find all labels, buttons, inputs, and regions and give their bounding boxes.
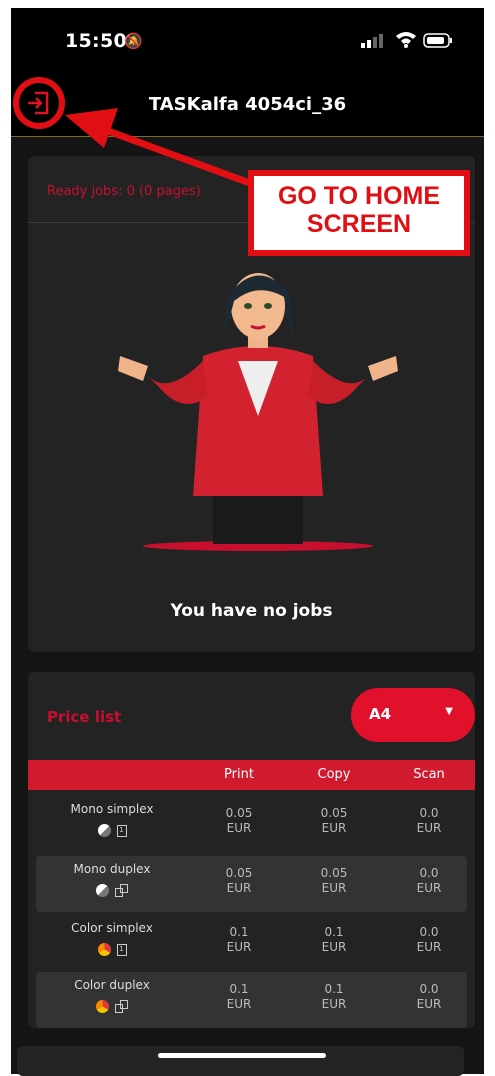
chevron-down-icon: ▼: [445, 706, 453, 717]
print-price: 0.1: [229, 982, 249, 996]
table-row: Color simplex 1 0.1 EUR 0.1 EUR 0.0 EUR: [36, 915, 467, 971]
table-row: Mono duplex 0.05 EUR 0.05 EUR 0.0 EUR: [36, 856, 467, 912]
paper-size-value: A4: [369, 705, 392, 723]
print-price: 0.05: [225, 806, 253, 820]
row-name: Color duplex: [74, 978, 150, 992]
table-row: Color duplex 0.1 EUR 0.1 EUR 0.0 EUR: [36, 972, 467, 1028]
color-icon: [95, 1000, 109, 1013]
column-header-print: Print: [224, 767, 254, 782]
scan-price: 0.0: [419, 925, 439, 939]
row-name: Color simplex: [71, 921, 153, 935]
callout-line-2: SCREEN: [306, 210, 412, 238]
next-card-peek: [17, 1046, 464, 1076]
paper-size-select[interactable]: A4 ▼: [351, 688, 475, 742]
price-list-title: Price list: [47, 708, 122, 726]
copy-price: 0.05: [320, 806, 348, 820]
duplex-page-icon: [114, 883, 129, 898]
callout-line-1: GO TO HOME: [277, 182, 441, 210]
currency: EUR: [321, 881, 347, 895]
copy-price: 0.1: [324, 925, 344, 939]
currency: EUR: [416, 940, 442, 954]
currency: EUR: [226, 881, 252, 895]
duplex-page-icon: [114, 999, 129, 1014]
simplex-page-icon: 1: [116, 824, 127, 837]
scan-price: 0.0: [419, 806, 439, 820]
currency: EUR: [321, 821, 347, 835]
home-indicator[interactable]: [158, 1053, 326, 1058]
color-icon: [97, 943, 111, 956]
no-jobs-message: You have no jobs: [170, 601, 333, 621]
currency: EUR: [321, 940, 347, 954]
print-price: 0.05: [225, 866, 253, 880]
price-list-card: Price list A4 ▼ Print Copy Scan Mono sim…: [28, 672, 475, 1028]
currency: EUR: [226, 821, 252, 835]
copy-price: 0.1: [324, 982, 344, 996]
annotation-callout: GO TO HOME SCREEN: [248, 170, 470, 256]
row-name: Mono duplex: [73, 862, 151, 876]
currency: EUR: [416, 821, 442, 835]
currency: EUR: [416, 997, 442, 1011]
currency: EUR: [416, 881, 442, 895]
mono-icon: [97, 824, 111, 837]
mono-icon: [95, 884, 109, 897]
price-table-header: Print Copy Scan: [28, 760, 475, 790]
print-price: 0.1: [229, 925, 249, 939]
currency: EUR: [226, 997, 252, 1011]
currency: EUR: [321, 997, 347, 1011]
currency: EUR: [226, 940, 252, 954]
scan-price: 0.0: [419, 866, 439, 880]
column-header-copy: Copy: [317, 767, 351, 782]
column-header-scan: Scan: [413, 767, 445, 782]
simplex-page-icon: 1: [116, 943, 127, 956]
table-row: Mono simplex 1 0.05 EUR 0.05 EUR 0.0 EUR: [36, 796, 467, 852]
row-name: Mono simplex: [70, 802, 154, 816]
scan-price: 0.0: [419, 982, 439, 996]
copy-price: 0.05: [320, 866, 348, 880]
